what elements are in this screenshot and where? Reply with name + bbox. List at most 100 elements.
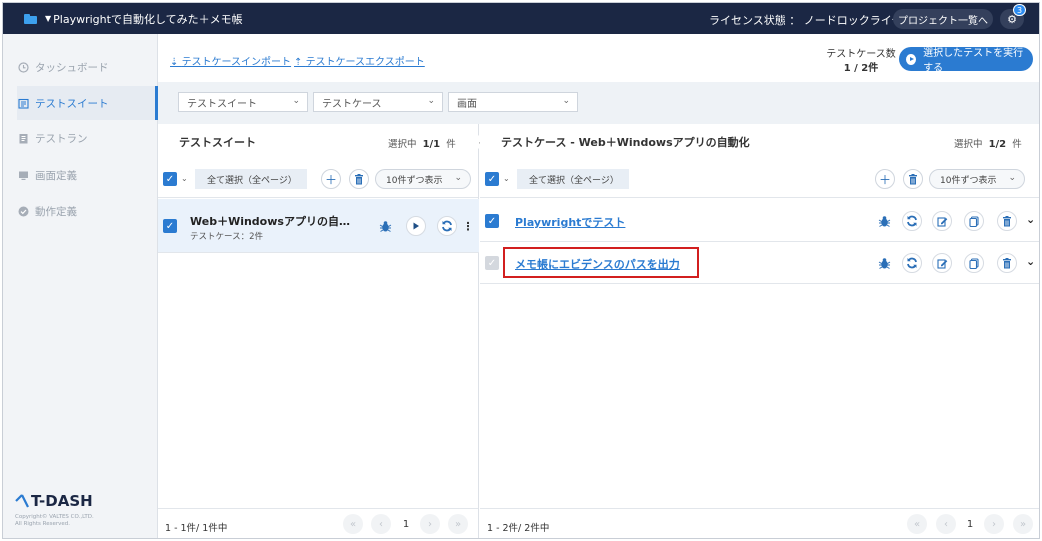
prev-page-button[interactable]: ‹ — [371, 514, 391, 534]
suite-filter-select[interactable]: テストスイート ⌄ — [178, 92, 308, 112]
next-page-button[interactable]: › — [420, 514, 440, 534]
debug-button[interactable] — [375, 216, 395, 236]
edit-icon — [936, 216, 947, 227]
chevron-right-icon: › — [428, 518, 432, 530]
select-all-checkbox[interactable]: ✓ — [163, 172, 177, 186]
delete-case-button[interactable] — [903, 169, 923, 189]
suite-checkbox[interactable]: ✓ — [163, 219, 177, 233]
refresh-icon — [442, 220, 452, 232]
logo-text: T-DASH — [31, 492, 93, 510]
sidebar-item-test-suite[interactable]: テストスイート — [17, 86, 158, 120]
test-case-count-label: テストケース数 — [826, 49, 896, 60]
test-case-count-value: 1 / 2件 — [843, 63, 879, 74]
test-case-link[interactable]: Playwrightでテスト — [515, 214, 625, 230]
chevron-down-icon[interactable]: ⌄ — [503, 174, 510, 183]
sync-case-button[interactable] — [902, 211, 922, 231]
chevron-down-icon: ⌄ — [1008, 173, 1016, 183]
suite-name: Web＋Windowsアプリの自動… — [190, 215, 360, 228]
more-options-button[interactable]: ⋮ — [463, 216, 474, 236]
sidebar-item-action-definition[interactable]: 動作定義 — [17, 194, 158, 228]
select-all-pages[interactable]: 全て選択（全ページ） — [517, 169, 629, 189]
sidebar-item-label: タッシュボード — [35, 61, 109, 74]
edit-icon — [936, 258, 947, 269]
delete-case-button[interactable] — [997, 211, 1017, 231]
add-case-button[interactable]: ＋ — [875, 169, 895, 189]
suite-list-item[interactable]: ✓ Web＋Windowsアプリの自動… テストケース：2件 ⋮ — [158, 199, 479, 253]
case-checkbox[interactable]: ✓ — [485, 256, 499, 270]
export-link-label: テストケースエクスポート — [305, 57, 425, 68]
double-chevron-left-icon: « — [349, 518, 357, 530]
run-selected-tests-button[interactable]: 選択したテストを実行する — [899, 47, 1033, 74]
logo-mark-icon — [15, 494, 29, 508]
per-page-select[interactable]: 10件ずつ表示 ⌄ — [929, 169, 1025, 189]
suite-case-count: テストケース：2件 — [190, 232, 263, 242]
project-name: Playwrightで自動化してみた＋メモ帳 — [53, 12, 243, 26]
sidebar-item-dashboard[interactable]: タッシュボード — [17, 50, 158, 84]
selection-label: 選択中 — [388, 139, 417, 150]
expand-chevron-icon[interactable]: ⌄ — [1026, 213, 1035, 226]
expand-chevron-icon[interactable]: ⌄ — [1026, 255, 1035, 268]
chevron-down-icon[interactable]: ⌄ — [181, 174, 188, 183]
sync-suite-button[interactable] — [437, 216, 457, 236]
chevron-right-icon: › — [992, 518, 996, 530]
chevron-left-icon: ‹ — [944, 518, 948, 530]
add-suite-button[interactable]: ＋ — [321, 169, 341, 189]
edit-case-button[interactable] — [932, 211, 952, 231]
debug-button[interactable] — [874, 211, 894, 231]
delete-case-button[interactable] — [997, 253, 1017, 273]
test-case-row[interactable]: ✓ メモ帳にエビデンスのパスを出力 ⌄ — [480, 243, 1039, 284]
copy-icon — [969, 257, 979, 269]
next-page-button[interactable]: › — [984, 514, 1004, 534]
select-all-checkbox[interactable]: ✓ — [485, 172, 499, 186]
main-header: ⇣ テストケースインポート ⇡ テストケースエクスポート テストケース数 1 /… — [158, 34, 1039, 82]
copy-case-button[interactable] — [964, 253, 984, 273]
filter-bar: テストスイート ⌄ テストケース ⌄ 画面 ⌄ — [158, 82, 1039, 124]
copy-case-button[interactable] — [964, 211, 984, 231]
per-page-select[interactable]: 10件ずつ表示 ⌄ — [375, 169, 471, 189]
import-link-label: テストケースインポート — [181, 57, 292, 68]
first-page-button[interactable]: « — [343, 514, 363, 534]
current-page[interactable]: 1 — [400, 519, 412, 530]
run-icon — [17, 132, 29, 144]
sidebar: タッシュボード テストスイート テストラン 画面定義 動作定義 T-DASH C… — [3, 34, 158, 538]
per-page-label: 10件ずつ表示 — [386, 175, 443, 186]
folder-icon — [24, 13, 37, 24]
select-all-pages[interactable]: 全て選択（全ページ） — [195, 169, 307, 189]
sidebar-item-label: テストスイート — [35, 97, 109, 110]
delete-suite-button[interactable] — [349, 169, 369, 189]
prev-page-button[interactable]: ‹ — [936, 514, 956, 534]
suite-icon — [17, 97, 29, 109]
import-link[interactable]: ⇣ テストケースインポート — [170, 53, 291, 68]
current-page[interactable]: 1 — [964, 519, 976, 530]
per-page-label: 10件ずつ表示 — [940, 175, 997, 186]
last-page-button[interactable]: » — [448, 514, 468, 534]
sidebar-item-test-run[interactable]: テストラン — [17, 121, 158, 155]
debug-button[interactable] — [874, 253, 894, 273]
edit-case-button[interactable] — [932, 253, 952, 273]
case-filter-select[interactable]: テストケース ⌄ — [313, 92, 443, 112]
chevron-down-icon: ⌄ — [562, 96, 570, 106]
run-suite-button[interactable] — [406, 216, 426, 236]
double-chevron-left-icon: « — [913, 518, 921, 530]
test-case-link[interactable]: メモ帳にエビデンスのパスを出力 — [515, 256, 680, 272]
chevron-down-icon: ⌄ — [454, 173, 462, 183]
chevron-down-icon: ⌄ — [292, 96, 300, 106]
test-case-row[interactable]: ✓ Playwrightでテスト ⌄ — [480, 201, 1039, 242]
sync-case-button[interactable] — [902, 253, 922, 273]
selection-label: 選択中 — [954, 139, 983, 150]
case-checkbox[interactable]: ✓ — [485, 214, 499, 228]
sidebar-item-screen-definition[interactable]: 画面定義 — [17, 158, 158, 192]
export-link[interactable]: ⇡ テストケースエクスポート — [294, 53, 425, 68]
play-icon — [413, 222, 419, 230]
projects-list-button[interactable]: プロジェクト一覧へ — [893, 9, 993, 29]
screen-filter-select[interactable]: 画面 ⌄ — [448, 92, 578, 112]
last-page-button[interactable]: » — [1013, 514, 1033, 534]
selection-unit: 件 — [446, 139, 456, 150]
sidebar-item-label: テストラン — [35, 132, 88, 145]
bug-icon — [878, 215, 890, 227]
first-page-button[interactable]: « — [907, 514, 927, 534]
download-icon: ⇣ — [170, 57, 182, 68]
project-selector[interactable]: ▼ Playwrightで自動化してみた＋メモ帳 — [45, 11, 243, 27]
bug-icon — [878, 257, 890, 269]
trash-icon — [355, 173, 363, 184]
